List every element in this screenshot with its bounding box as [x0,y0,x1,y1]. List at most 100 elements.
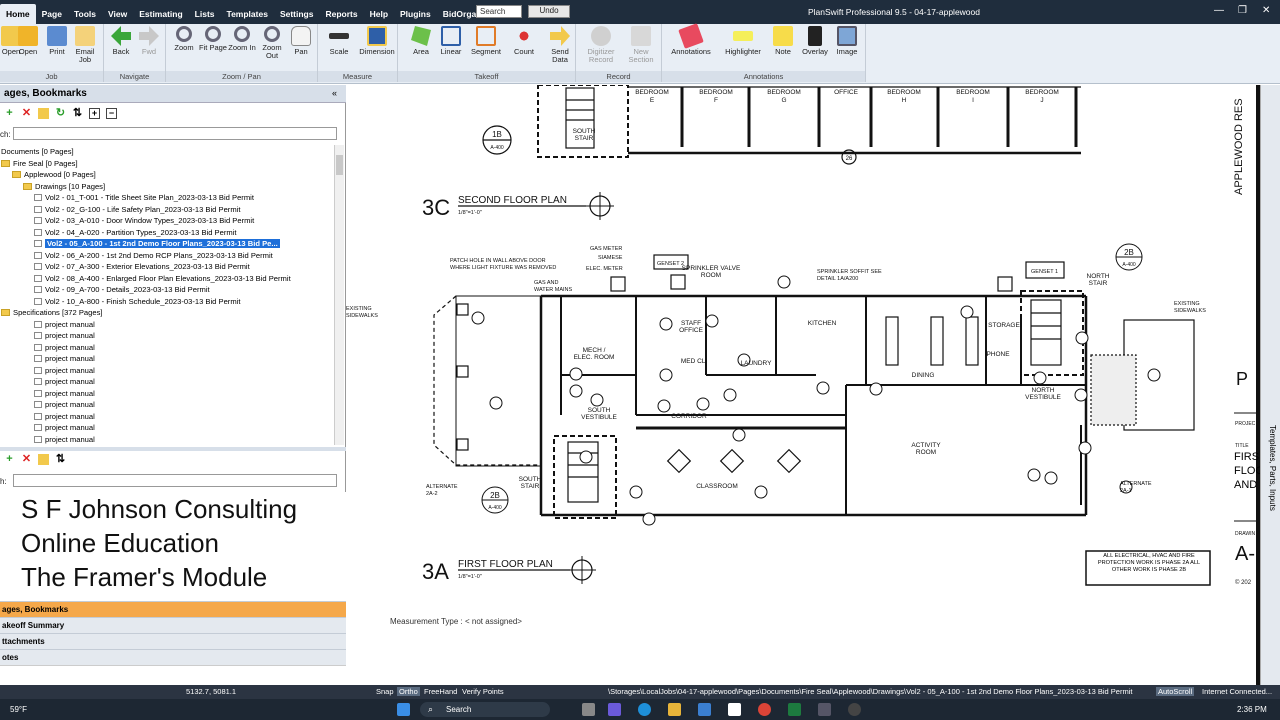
task-view-icon[interactable] [582,703,595,716]
scale-button[interactable]: Scale [324,26,354,56]
menu-lists[interactable]: Lists [189,4,221,24]
menu-plugins[interactable]: Plugins [394,4,437,24]
amazon-icon[interactable] [728,703,741,716]
tree-item[interactable]: Vol2 - 06_A-200 - 1st 2nd Demo RCP Plans… [34,250,273,262]
undo-button[interactable]: Undo [528,5,570,18]
delete-bookmark-icon[interactable]: ✕ [21,454,32,465]
tab-attachments[interactable]: ttachments [0,633,346,649]
tree-item-selected[interactable]: Vol2 - 05_A-100 - 1st 2nd Demo Floor Pla… [34,238,280,250]
folder-icon[interactable] [38,108,49,119]
tab-takeoff-summary[interactable]: akeoff Summary [0,617,346,633]
menu-view[interactable]: View [102,4,133,24]
collapse-all-icon[interactable]: − [106,108,117,119]
zoom-button[interactable]: Zoom [169,26,199,52]
digitizer-record-button[interactable]: Digitizer Record [582,26,620,64]
planswift-icon[interactable] [818,703,831,716]
open-button-2[interactable]: Open [13,26,43,56]
autoscroll-toggle[interactable]: AutoScroll [1156,687,1195,696]
file-explorer-icon[interactable] [668,703,681,716]
tree-scrollbar[interactable] [334,145,344,445]
tab-pages-bookmarks[interactable]: ages, Bookmarks [0,601,346,617]
tree-item[interactable]: Vol2 - 03_A-010 - Door Window Types_2023… [34,215,254,227]
teams-icon[interactable] [608,703,621,716]
image-button[interactable]: Image [832,26,862,56]
weather[interactable]: 59°F [10,705,27,714]
tree-item[interactable]: project manual [34,342,95,354]
menu-tools[interactable]: Tools [68,4,102,24]
menu-help[interactable]: Help [364,4,394,24]
new-section-button[interactable]: New Section [622,26,660,64]
tree-item[interactable]: project manual [34,376,95,388]
highlighter-button[interactable]: Highlighter [720,26,766,56]
tree-item[interactable]: project manual [34,330,95,342]
note-button[interactable]: Note [768,26,798,56]
freehand-toggle[interactable]: FreeHand [424,687,457,696]
tree-item[interactable]: Vol2 - 08_A-400 - Enlarged Floor Plan El… [34,273,291,285]
minimize-icon[interactable]: — [1214,5,1224,16]
menu-settings[interactable]: Settings [274,4,320,24]
tab-notes[interactable]: otes [0,649,346,665]
tree-item[interactable]: Vol2 - 09_A-700 - Details_2023-03-13 Bid… [34,284,210,296]
ortho-toggle[interactable]: Ortho [397,687,420,696]
pan-button[interactable]: Pan [286,26,316,56]
linear-button[interactable]: Linear [436,26,466,56]
send-data-button[interactable]: Send Data [545,26,575,64]
snap-toggle[interactable]: Snap [376,687,394,696]
store-icon[interactable] [698,703,711,716]
tree-item[interactable]: project manual [34,434,95,446]
tree-item[interactable]: project manual [34,422,95,434]
sort-icon[interactable]: ⇅ [72,108,83,119]
expand-all-icon[interactable]: + [89,108,100,119]
print-button[interactable]: Print [42,26,72,56]
start-icon[interactable] [397,703,410,716]
count-button[interactable]: Count [509,26,539,56]
back-button[interactable]: Back [106,26,136,56]
splitter[interactable] [0,447,346,451]
chrome-icon[interactable] [758,703,771,716]
maximize-icon[interactable]: ❐ [1238,5,1247,16]
menu-home[interactable]: Home [0,4,36,24]
menu-page[interactable]: Page [36,4,68,24]
taskbar-search[interactable]: Search [420,702,550,717]
dimension-button[interactable]: Dimension [358,26,396,56]
drawing-canvas[interactable]: SOUTH STAIR 1B A-400 26 BEDROOM E BEDROOM F… [346,85,1260,685]
fit-page-button[interactable]: Fit Page [198,26,228,52]
refresh-icon[interactable]: ↻ [55,108,66,119]
bookmark-search-input[interactable] [13,474,337,487]
tree-item[interactable]: project manual [34,319,95,331]
tree-item[interactable]: project manual [34,411,95,423]
email-job-button[interactable]: Email Job [70,26,100,64]
forward-button[interactable]: Fwd [134,26,164,56]
tree-item[interactable]: Vol2 - 10_A-800 - Finish Schedule_2023-0… [34,296,240,308]
menu-estimating[interactable]: Estimating [133,4,188,24]
tree-item[interactable]: Specifications [372 Pages] [1,307,103,319]
menu-templates[interactable]: Templates [221,4,274,24]
delete-icon[interactable]: ✕ [21,108,32,119]
tree-item[interactable]: Vol2 - 02_G-100 - Life Safety Plan_2023-… [34,204,240,216]
tree-item[interactable]: Vol2 - 04_A-020 - Partition Types_2023-0… [34,227,237,239]
zoom-in-button[interactable]: Zoom In [227,26,257,52]
tree-item[interactable]: Applewood [0 Pages] [12,169,96,181]
templates-parts-inputs-strip[interactable]: Templates, Parts, Inputs [1260,85,1280,685]
bookmark-folder-icon[interactable] [38,454,49,465]
bookmark-sort-icon[interactable]: ⇅ [55,454,66,465]
tree-item[interactable]: project manual [34,399,95,411]
tree-item[interactable]: project manual [34,365,95,377]
close-icon[interactable]: ✕ [1262,5,1270,16]
scrollbar-thumb[interactable] [336,155,343,175]
tree-item[interactable]: Vol2 - 07_A-300 - Exterior Elevations_20… [34,261,250,273]
pages-search-input[interactable] [13,127,337,140]
search-input[interactable]: Search [476,5,522,18]
tree-item[interactable]: project manual [34,353,95,365]
verify-points-toggle[interactable]: Verify Points [462,687,504,696]
edge-icon[interactable] [638,703,651,716]
tree-item[interactable]: project manual [34,388,95,400]
area-button[interactable]: Area [406,26,436,56]
annotations-button[interactable]: Annotations [666,23,716,56]
add-icon[interactable]: + [4,108,15,119]
add-bookmark-icon[interactable]: + [4,454,15,465]
app-icon[interactable] [848,703,861,716]
tree-item[interactable]: Documents [0 Pages] [1,146,74,158]
overlay-button[interactable]: Overlay [800,26,830,56]
segment-button[interactable]: Segment [471,26,501,56]
